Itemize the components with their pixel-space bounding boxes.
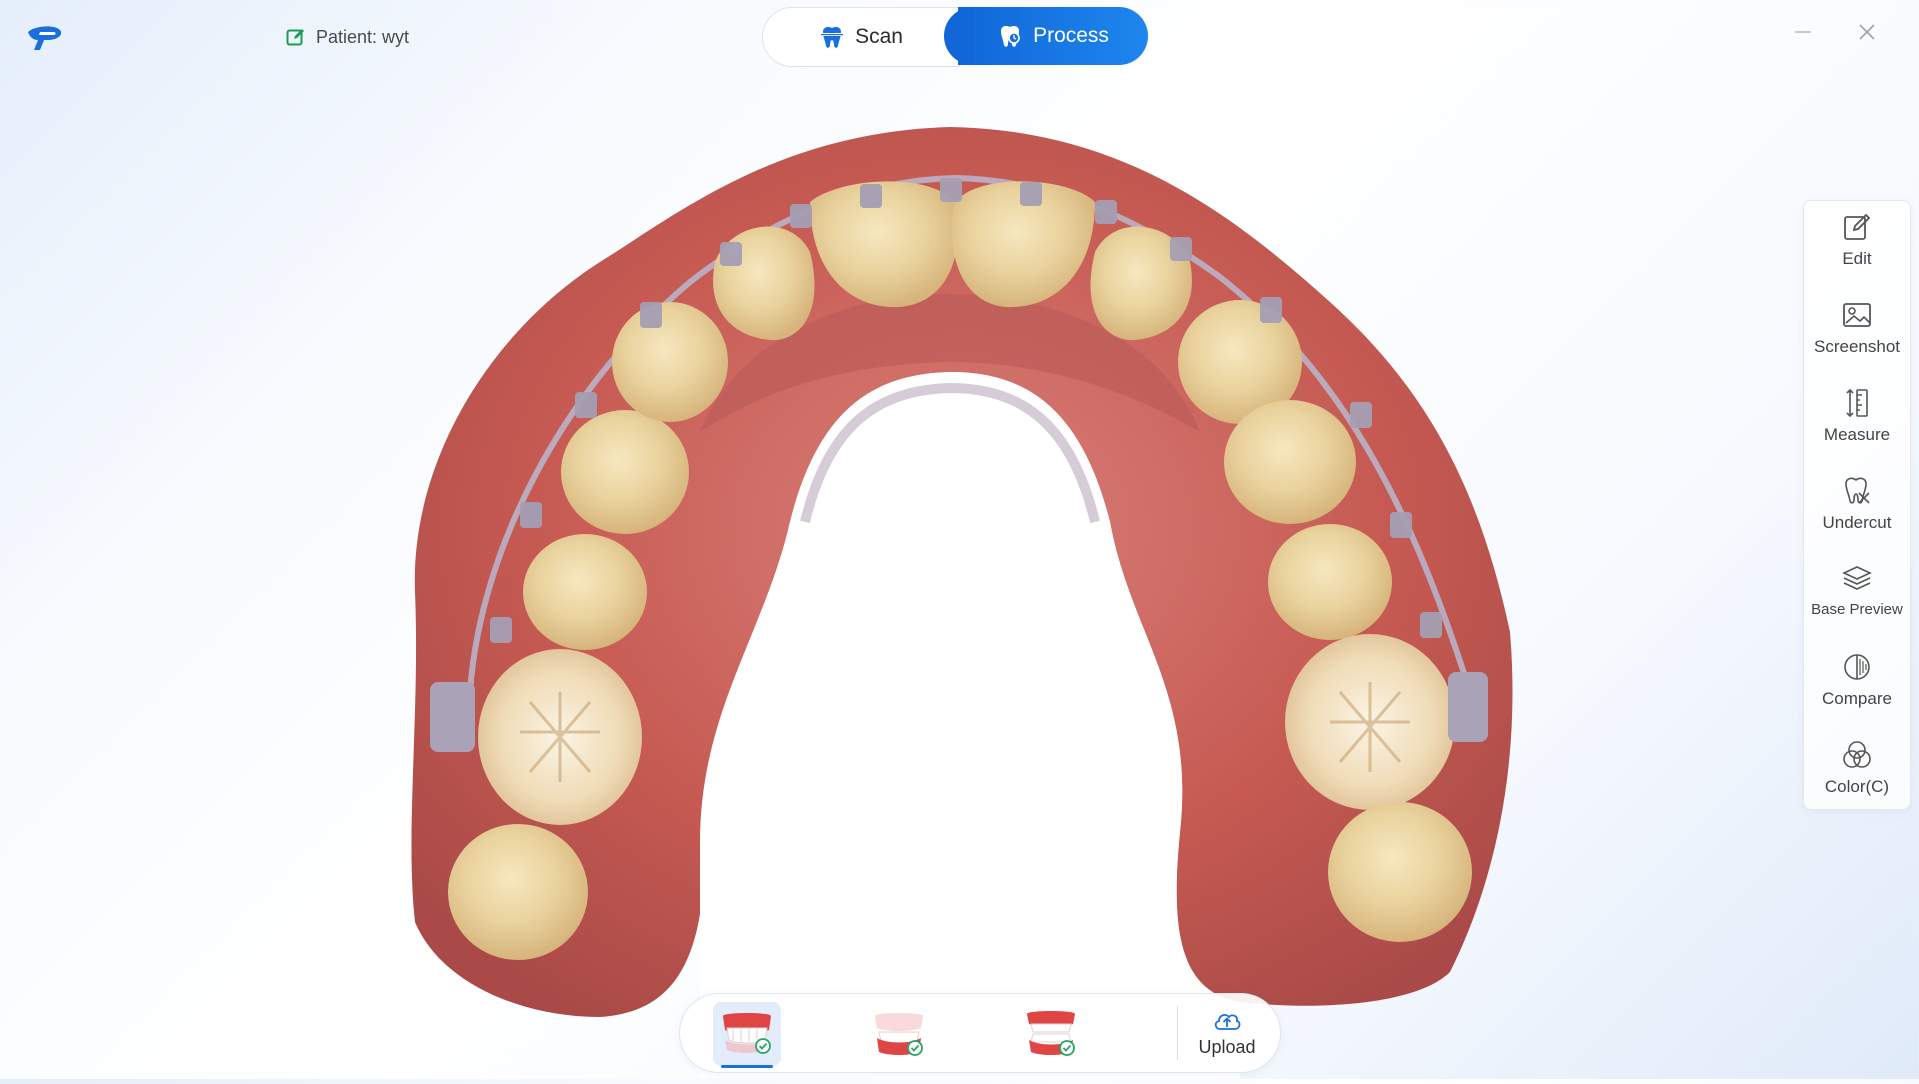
undercut-icon	[1845, 477, 1870, 504]
both-jaws-icon	[1027, 1011, 1075, 1056]
upload-label: Upload	[1198, 1036, 1256, 1057]
tool-base-preview-label: Base Preview	[1811, 601, 1903, 618]
tab-scan[interactable]: Scan	[762, 7, 960, 67]
tool-screenshot[interactable]: Screenshot	[1804, 293, 1910, 379]
tool-compare-label: Compare	[1822, 689, 1892, 708]
edit-icon	[1844, 213, 1871, 240]
tool-undercut[interactable]: Undercut	[1804, 469, 1910, 555]
scan-viewport[interactable]	[0, 72, 1919, 1079]
lower-jaw-icon	[875, 1013, 923, 1056]
patient-label: Patient: wyt	[316, 26, 410, 47]
tool-compare[interactable]: Compare	[1804, 645, 1910, 731]
active-jaw-indicator	[721, 1065, 773, 1068]
tool-edit-label: Edit	[1842, 249, 1872, 268]
tab-process-label: Process	[1033, 24, 1109, 47]
tab-scan-label: Scan	[855, 25, 903, 48]
tool-screenshot-label: Screenshot	[1814, 337, 1900, 356]
scan-tooth-icon	[821, 27, 844, 48]
color-icon	[1843, 741, 1871, 768]
close-icon[interactable]	[1855, 20, 1879, 44]
process-tooth-icon	[1001, 26, 1020, 47]
tool-color-label: Color(C)	[1824, 777, 1890, 796]
dental-arch-model[interactable]	[0, 72, 1919, 1079]
upper-jaw-icon	[723, 1013, 771, 1054]
title-bar: Patient: wyt Scan Process	[0, 0, 1919, 72]
tool-base-preview[interactable]: Base Preview	[1804, 557, 1910, 643]
tool-measure[interactable]: Measure	[1804, 381, 1910, 467]
measure-icon	[1846, 388, 1868, 418]
bottom-bar-divider	[1177, 1006, 1178, 1060]
minimize-icon[interactable]	[1791, 20, 1815, 44]
upload-button[interactable]: Upload	[1185, 1000, 1269, 1066]
compare-icon	[1844, 654, 1870, 680]
tool-color[interactable]: Color(C)	[1804, 733, 1910, 819]
screenshot-icon	[1843, 303, 1871, 327]
both-jaws-button[interactable]	[1017, 1002, 1085, 1066]
upper-jaw-button[interactable]	[713, 1002, 781, 1068]
cloud-upload-icon	[1214, 1013, 1241, 1030]
patient-info[interactable]: Patient: wyt	[286, 22, 409, 52]
base-preview-icon	[1842, 566, 1872, 590]
edit-patient-icon[interactable]	[286, 27, 306, 47]
mode-tabs: Scan Process	[762, 7, 1148, 67]
tab-process[interactable]: Process	[944, 7, 1148, 65]
tool-undercut-label: Undercut	[1822, 513, 1892, 532]
tool-rail: Edit Screenshot Measure Undercut Base Pr…	[1803, 200, 1911, 810]
window-controls	[1791, 20, 1879, 44]
lower-jaw-button[interactable]	[865, 1002, 933, 1066]
tool-edit[interactable]: Edit	[1804, 205, 1910, 291]
app-logo-icon	[28, 26, 62, 50]
jaw-selector-bar: Upload	[679, 993, 1281, 1073]
tool-measure-label: Measure	[1823, 425, 1891, 444]
